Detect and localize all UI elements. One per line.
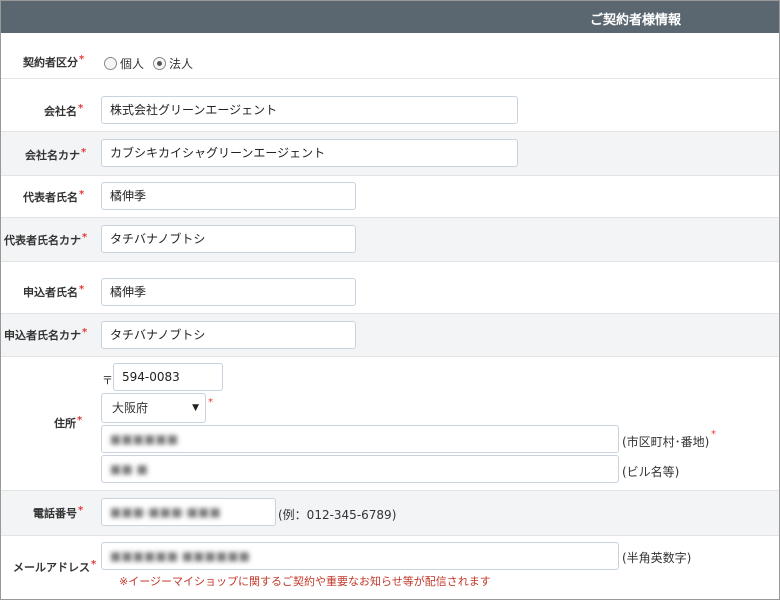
applicant-kana-label: 申込者氏名カナ* bbox=[4, 327, 88, 342]
company-name-label: 会社名* bbox=[44, 103, 84, 118]
email-hint: (半角英数字) bbox=[622, 551, 692, 565]
rep-name-label: 代表者氏名* bbox=[23, 189, 85, 204]
contract-type-label: 契約者区分* bbox=[23, 54, 85, 69]
section-header: ご契約者様情報 bbox=[1, 1, 779, 33]
radio-option-individual[interactable]: 個人 bbox=[104, 55, 144, 72]
address-label: 住所* bbox=[54, 415, 83, 430]
contract-form-window: ご契約者様情報 契約者区分* 個人 法人 会社名* 株式会社グリーンエージェント… bbox=[0, 0, 780, 600]
applicant-name-input[interactable]: 橘伸季 bbox=[101, 278, 356, 306]
company-name-input[interactable]: 株式会社グリーンエージェント bbox=[101, 96, 518, 124]
postal-mark: 〒 bbox=[102, 374, 113, 387]
email-input[interactable]: ■■■■■■ ■■■■■■ bbox=[101, 542, 619, 570]
phone-label: 電話番号* bbox=[33, 505, 84, 520]
prefecture-required-mark: * bbox=[208, 397, 213, 408]
address-line1-hint: (市区町村･番地) bbox=[622, 435, 710, 449]
radio-individual-label: 個人 bbox=[120, 57, 145, 71]
email-label: メールアドレス* bbox=[13, 559, 97, 574]
applicant-kana-input[interactable]: タチバナノブトシ bbox=[101, 321, 356, 349]
rep-kana-input[interactable]: タチバナノブトシ bbox=[101, 225, 356, 253]
applicant-name-label: 申込者氏名* bbox=[23, 284, 85, 299]
phone-input[interactable]: ■■■-■■■-■■■ bbox=[101, 498, 276, 526]
rep-kana-label: 代表者氏名カナ* bbox=[4, 232, 88, 247]
radio-individual-icon[interactable] bbox=[104, 57, 117, 70]
radio-option-corporation[interactable]: 法人 bbox=[153, 55, 193, 72]
email-note: ※イージーマイショップに関するご契約や重要なお知らせ等が配信されます bbox=[119, 575, 491, 588]
company-kana-label: 会社名カナ* bbox=[25, 147, 87, 162]
prefecture-value: 大阪府 bbox=[112, 401, 149, 415]
chevron-down-icon: ▼ bbox=[192, 403, 199, 413]
rep-name-input[interactable]: 橘伸季 bbox=[101, 182, 356, 210]
address-line2-input[interactable]: ■■ ■ bbox=[101, 455, 619, 483]
address-line2-hint: (ビル名等) bbox=[622, 465, 680, 479]
company-kana-input[interactable]: カブシキカイシャグリーンエージェント bbox=[101, 139, 518, 167]
postal-code-input[interactable]: 594-0083 bbox=[113, 363, 223, 391]
prefecture-select[interactable]: 大阪府 ▼ bbox=[101, 393, 206, 423]
radio-corporation-label: 法人 bbox=[169, 57, 194, 71]
address-line1-input[interactable]: ■■■■■■ bbox=[101, 425, 619, 453]
address-line1-required-mark: * bbox=[711, 429, 716, 440]
radio-corporation-icon[interactable] bbox=[153, 57, 166, 70]
phone-hint: (例：012-345-6789) bbox=[278, 508, 397, 522]
section-title: ご契約者様情報 bbox=[590, 13, 682, 28]
